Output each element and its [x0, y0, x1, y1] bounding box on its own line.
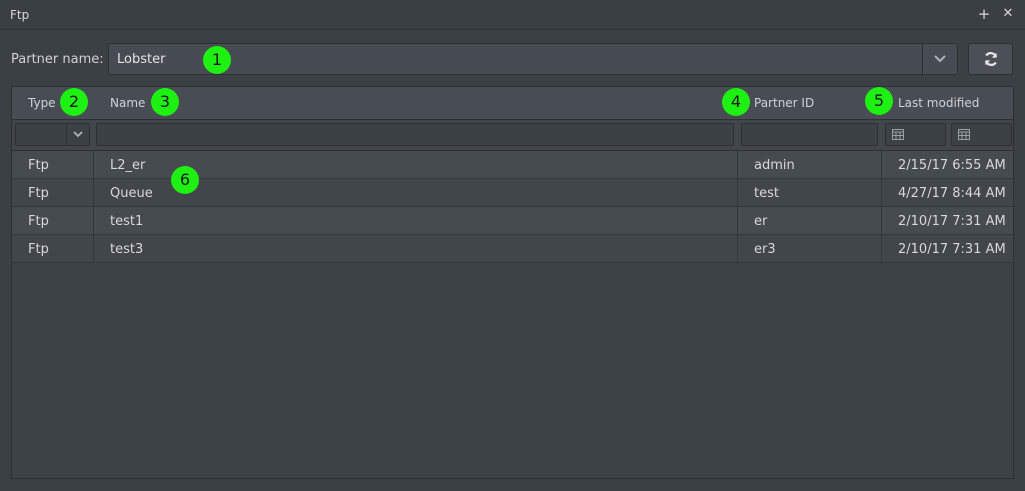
annotation-marker-4: 4 [722, 88, 750, 116]
title-bar: Ftp + ✕ [0, 0, 1025, 30]
annotation-marker-3: 3 [151, 88, 179, 116]
refresh-icon [984, 52, 997, 66]
annotation-marker-6: 6 [171, 166, 199, 194]
column-header-partner-id[interactable]: Partner ID [754, 96, 814, 110]
partner-name-combobox[interactable]: Lobster [108, 43, 958, 75]
cell-name: L2_er [110, 158, 146, 173]
close-button[interactable]: ✕ [999, 5, 1017, 23]
cell-name: Queue [110, 186, 153, 201]
ftp-table: Type Name Partner ID Last modified Ftp L… [11, 86, 1014, 479]
cell-partner-id: admin [754, 158, 795, 173]
partner-id-filter-input[interactable] [741, 123, 878, 146]
table-row[interactable]: Ftp L2_er admin 2/15/17 6:55 AM [12, 151, 1013, 179]
cell-name: test1 [110, 214, 144, 229]
type-filter-select[interactable] [15, 123, 90, 146]
table-row[interactable]: Ftp test1 er 2/10/17 7:31 AM [12, 207, 1013, 235]
calendar-icon[interactable] [892, 128, 904, 144]
cell-type: Ftp [28, 214, 49, 229]
cell-last-modified: 2/15/17 6:55 AM [898, 158, 1006, 173]
table-row[interactable]: Ftp test3 er3 2/10/17 7:31 AM [12, 235, 1013, 263]
column-header-name[interactable]: Name [110, 96, 145, 110]
column-divider [737, 151, 738, 263]
calendar-icon[interactable] [958, 128, 970, 144]
cell-type: Ftp [28, 186, 49, 201]
refresh-button[interactable] [968, 43, 1013, 75]
column-header-type[interactable]: Type [28, 96, 56, 110]
column-divider [881, 151, 882, 263]
annotation-marker-1: 1 [203, 46, 231, 74]
column-header-last-modified[interactable]: Last modified [898, 96, 979, 110]
cell-type: Ftp [28, 158, 49, 173]
annotation-marker-5: 5 [865, 87, 893, 115]
name-filter-input[interactable] [96, 123, 734, 146]
chevron-down-icon[interactable] [66, 124, 89, 145]
maximize-button[interactable]: + [975, 5, 993, 23]
column-divider [93, 151, 94, 263]
table-row[interactable]: Ftp Queue test 4/27/17 8:44 AM [12, 179, 1013, 207]
filter-row [12, 120, 1013, 151]
partner-name-value: Lobster [117, 52, 166, 67]
cell-partner-id: er [754, 214, 768, 229]
cell-name: test3 [110, 242, 144, 257]
partner-name-label: Partner name: [11, 52, 104, 67]
chevron-down-icon[interactable] [922, 44, 957, 74]
cell-last-modified: 4/27/17 8:44 AM [898, 186, 1006, 201]
date-to-filter[interactable] [951, 123, 1012, 146]
date-from-filter[interactable] [885, 123, 946, 146]
cell-type: Ftp [28, 242, 49, 257]
cell-partner-id: test [754, 186, 779, 201]
annotation-marker-2: 2 [60, 88, 88, 116]
window-title: Ftp [10, 8, 30, 22]
cell-last-modified: 2/10/17 7:31 AM [898, 214, 1006, 229]
cell-last-modified: 2/10/17 7:31 AM [898, 242, 1006, 257]
cell-partner-id: er3 [754, 242, 776, 257]
